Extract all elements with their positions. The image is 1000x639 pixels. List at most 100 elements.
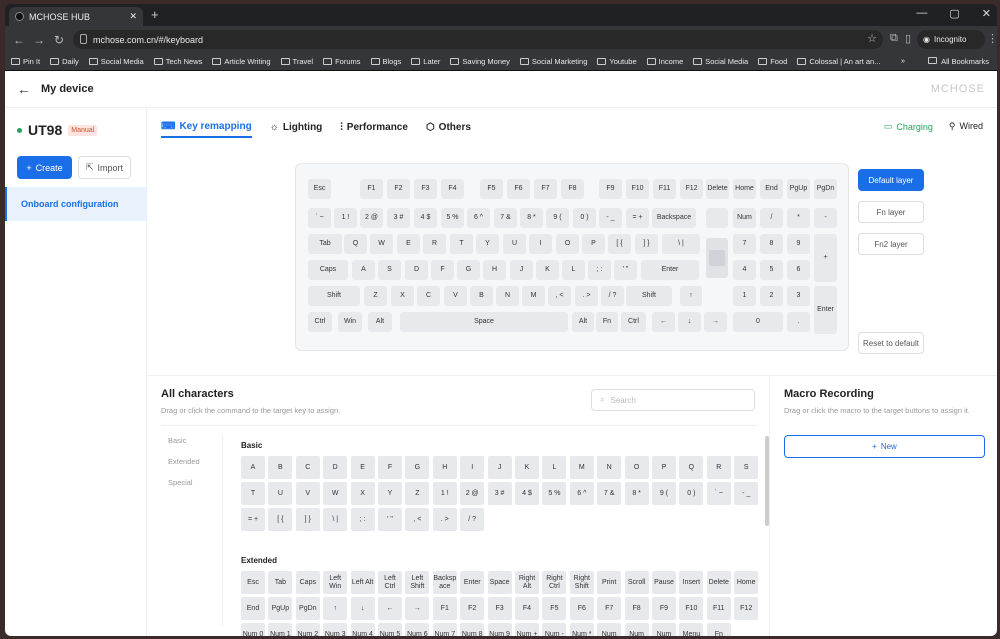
keyboard-key[interactable]: 7 & [494, 208, 517, 228]
character-key[interactable]: ↑ [323, 597, 348, 620]
character-key[interactable]: 2 @ [460, 482, 485, 505]
keyboard-key[interactable]: F12 [680, 179, 703, 199]
character-key[interactable]: ↓ [350, 597, 375, 620]
keyboard-key[interactable]: ↑ [680, 286, 702, 306]
character-key[interactable]: F10 [679, 597, 704, 620]
character-key[interactable]: X [350, 482, 375, 505]
keyboard-key[interactable]: X [391, 286, 414, 306]
keyboard-key[interactable]: F3 [414, 179, 437, 199]
character-key[interactable]: Left Alt [350, 571, 375, 594]
character-key[interactable]: 6 ^ [569, 482, 594, 505]
keyboard-key[interactable]: Win [338, 312, 362, 332]
keyboard-key[interactable]: A [352, 260, 375, 280]
knob-icon[interactable] [706, 238, 728, 278]
character-key[interactable]: 5 % [542, 482, 567, 505]
keyboard-key[interactable]: Enter [641, 260, 699, 280]
keyboard-key[interactable]: F7 [534, 179, 557, 199]
keyboard-key[interactable]: 6 [787, 260, 810, 280]
character-key[interactable]: Fn [706, 623, 731, 636]
bookmark-item[interactable]: Tech News [153, 57, 202, 66]
character-key[interactable]: O [624, 456, 649, 479]
keyboard-key[interactable]: ↓ [678, 312, 701, 332]
keyboard-key[interactable]: J [510, 260, 533, 280]
character-key[interactable]: T [241, 482, 265, 505]
character-key[interactable]: 1 ! [432, 482, 457, 505]
character-key[interactable]: F7 [597, 597, 622, 620]
keyboard-key[interactable]: PgUp [787, 179, 810, 199]
character-key[interactable]: - _ [734, 482, 759, 505]
sidebar-item-onboard[interactable]: Onboard configuration [5, 187, 147, 221]
character-key[interactable]: S [734, 456, 759, 479]
keyboard-key[interactable]: = + [626, 208, 649, 228]
character-key[interactable]: F2 [460, 597, 485, 620]
keyboard-key[interactable]: F4 [441, 179, 464, 199]
character-key[interactable]: Num 1 [268, 623, 293, 636]
character-key[interactable]: Num 8 [460, 623, 485, 636]
keyboard-key[interactable]: 0 ) [573, 208, 596, 228]
keyboard-key[interactable]: Alt [368, 312, 392, 332]
keyboard-key[interactable]: 8 [760, 234, 783, 254]
character-key[interactable]: Tab [268, 571, 293, 594]
reset-default-button[interactable]: Reset to default [858, 332, 924, 354]
keyboard-key[interactable]: F10 [626, 179, 649, 199]
bookmark-item[interactable]: Daily [50, 57, 79, 66]
character-key[interactable]: Pause [652, 571, 676, 594]
search-input[interactable]: ⌕ Search [591, 389, 755, 411]
keyboard-key[interactable]: D [405, 260, 428, 280]
keyboard-key[interactable]: F9 [599, 179, 622, 199]
keyboard-key[interactable]: 2 @ [360, 208, 383, 228]
keyboard-key[interactable]: F11 [653, 179, 676, 199]
character-key[interactable]: Num - [542, 623, 567, 636]
keyboard-key[interactable]: Y [476, 234, 499, 254]
back-icon[interactable]: ← [9, 33, 29, 47]
keyboard-key[interactable]: Ctrl [621, 312, 646, 332]
keyboard-key[interactable]: F5 [480, 179, 503, 199]
character-key[interactable]: → [405, 597, 430, 620]
character-key[interactable]: F3 [487, 597, 512, 620]
character-key[interactable]: Right Shift [569, 571, 594, 594]
keyboard-key[interactable]: Esc [308, 179, 331, 199]
keyboard-key[interactable]: ` ~ [308, 208, 331, 228]
character-key[interactable]: . > [432, 508, 457, 531]
keyboard-key[interactable]: Alt [572, 312, 594, 332]
character-key[interactable]: Z [405, 482, 430, 505]
character-key[interactable]: ] } [295, 508, 320, 531]
character-key[interactable]: PgDn [295, 597, 320, 620]
keyboard-key[interactable]: \ | [662, 234, 700, 254]
character-key[interactable]: Right Ctrl [542, 571, 567, 594]
keyboard-key[interactable]: ← [652, 312, 675, 332]
character-key[interactable]: C [295, 456, 320, 479]
bookmark-item[interactable]: Food [758, 57, 787, 66]
character-key[interactable]: Esc [241, 571, 265, 594]
keyboard-key[interactable]: , < [548, 286, 571, 306]
keyboard-key[interactable]: R [423, 234, 446, 254]
bookmark-item[interactable]: Social Marketing [519, 57, 587, 66]
character-key[interactable]: H [432, 456, 457, 479]
keyboard-key[interactable]: 5 % [441, 208, 464, 228]
bookmark-item[interactable]: Youtube [597, 57, 637, 66]
keyboard-key[interactable]: Enter [814, 286, 837, 334]
bookmark-item[interactable]: Income [646, 57, 683, 66]
keyboard-key[interactable]: 4 [733, 260, 756, 280]
keyboard-key[interactable]: L [562, 260, 585, 280]
character-key[interactable]: Y [378, 482, 402, 505]
keyboard-key[interactable]: ] } [635, 234, 658, 254]
character-key[interactable]: Num 2 [295, 623, 320, 636]
keyboard-key[interactable]: 8 * [520, 208, 543, 228]
keyboard-key[interactable]: . > [575, 286, 598, 306]
keyboard-key[interactable]: V [444, 286, 467, 306]
category-special[interactable]: Special [161, 478, 222, 487]
character-key[interactable]: Left Win [323, 571, 348, 594]
keyboard-key[interactable]: 1 [733, 286, 756, 306]
character-key[interactable]: Num 6 [405, 623, 430, 636]
keyboard-key[interactable]: 0 [733, 312, 783, 332]
keyboard-key[interactable]: Tab [308, 234, 342, 254]
character-key[interactable]: Scroll [624, 571, 649, 594]
keyboard-key[interactable]: ' " [614, 260, 637, 280]
bookmark-item[interactable]: Colossal | An art an... [797, 57, 880, 66]
character-key[interactable]: F9 [652, 597, 676, 620]
character-key[interactable]: Right Alt [515, 571, 539, 594]
forward-icon[interactable]: → [29, 33, 49, 47]
bookmark-item[interactable]: Travel [280, 57, 313, 66]
new-tab-icon[interactable]: + [151, 7, 159, 22]
